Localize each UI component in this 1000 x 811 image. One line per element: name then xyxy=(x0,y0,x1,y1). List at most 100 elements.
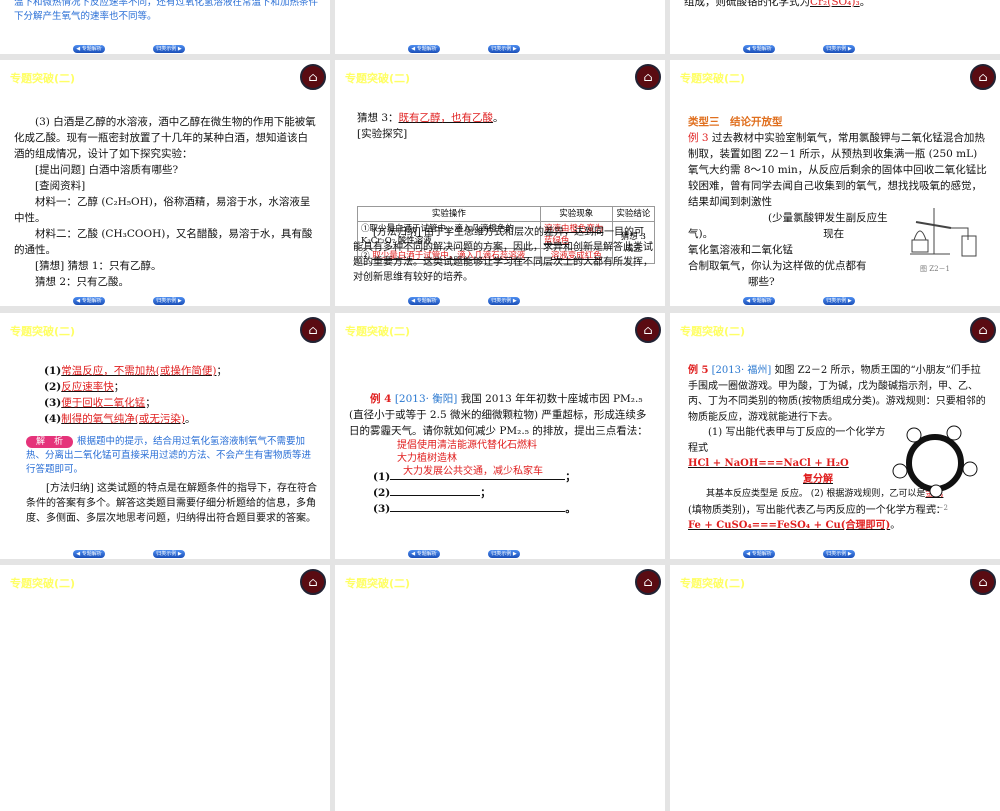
punct: ； xyxy=(565,471,576,483)
slide-r0c0[interactable]: 温下和微热情况下反应速率不同，还有过氧化氢溶液在常温下和加热条件 下分解产生氧气… xyxy=(0,0,330,54)
answer: 便于回收二氧化锰 xyxy=(61,397,146,409)
slide-title: 专题突破(二) xyxy=(680,577,746,590)
next-button[interactable]: 归类示例 ▶ xyxy=(153,550,185,558)
slide-r3c2[interactable]: 专题突破(二) ⌂ xyxy=(670,565,1000,811)
next-button[interactable]: 归类示例 ▶ xyxy=(823,45,855,53)
punct: 。 xyxy=(565,503,576,515)
num: (1) xyxy=(373,471,391,483)
slide-text: 组成，则硫酸铬的化学式为Cr₂(SO₄)₃。 xyxy=(684,0,988,10)
method-text: [方法归纳] 由于学生思维方式和层次的差异，达到同一目的可能具有多种不同的解决问… xyxy=(353,225,653,285)
source: [2013· 衡阳] xyxy=(394,393,458,405)
next-button[interactable]: 归类示例 ▶ xyxy=(823,550,855,558)
paragraph: [提出问题] 白酒中溶质有哪些? xyxy=(35,164,179,176)
prev-button[interactable]: ◀ 专题解析 xyxy=(73,550,105,558)
next-button[interactable]: 归类示例 ▶ xyxy=(153,297,185,305)
note-line: 温下和微热情况下反应速率不同，还有过氧化氢溶液在常温下和加热条件 xyxy=(14,0,319,8)
slide-r1c1[interactable]: 专题突破(二) ⌂ 猜想 3：既有乙醇，也有乙酸。 [实验探究] 实验操作 实验现… xyxy=(335,60,665,306)
slide-r1c0[interactable]: 专题突破(二) ⌂ (3) 白酒是乙醇的水溶液，酒中乙醇在微生物的作用下能被氧化… xyxy=(0,60,330,306)
header: 实验操作 xyxy=(357,206,541,222)
slide-text: 温下和微热情况下反应速率不同，还有过氧化氢溶液在常温下和加热条件 下分解产生氧气… xyxy=(14,0,318,24)
slide-title: 专题突破(二) xyxy=(345,577,411,590)
next-button[interactable]: 归类示例 ▶ xyxy=(823,297,855,305)
home-icon[interactable]: ⌂ xyxy=(635,569,661,595)
punct: 。 xyxy=(890,520,901,531)
answer: 制得的氧气纯净(或无污染) xyxy=(61,413,185,425)
slide-text: (3) 白酒是乙醇的水溶液，酒中乙醇在微生物的作用下能被氧化成乙酸。现有一瓶密封… xyxy=(14,114,318,290)
next-button[interactable]: 归类示例 ▶ xyxy=(488,550,520,558)
slide-r2c0[interactable]: 专题突破(二) ⌂ (1)常温反应，不需加热(或操作简便)； (2)反应速率快；… xyxy=(0,313,330,559)
answer: 提倡使用清洁能源代替化石燃料 xyxy=(397,440,537,451)
num: (4) xyxy=(44,413,62,425)
paragraph: 哪些? xyxy=(748,276,775,288)
slide-r0c1[interactable]: ◀ 专题解析 归类示例 ▶ xyxy=(335,0,665,54)
home-icon[interactable]: ⌂ xyxy=(970,64,996,90)
punct: 。 xyxy=(184,413,196,425)
section-heading: 类型三 结论开放型 xyxy=(688,116,783,128)
num: (3) xyxy=(44,397,62,409)
paragraph: 过去教材中实验室制氧气，常用氯酸钾与二氧化锰混合加热制取，装置如图 Z2－1 所… xyxy=(688,132,987,208)
slide-title: 专题突破(二) xyxy=(10,325,76,338)
answer: 复分解 xyxy=(803,473,833,485)
question: (1) 写出能代表甲与丁反应的一个化学方程式 xyxy=(688,427,886,454)
note-line: 下分解产生氧气的速率也不同等。 xyxy=(14,11,157,22)
header: 实验现象 xyxy=(539,206,613,222)
slide-r3c1[interactable]: 专题突破(二) ⌂ xyxy=(335,565,665,811)
slide-r2c2[interactable]: 专题突破(二) ⌂ 例 5 [2013· 福州] 如图 Z2－2 所示，物质王国… xyxy=(670,313,1000,559)
next-button[interactable]: 归类示例 ▶ xyxy=(153,45,185,53)
slide-r3c0[interactable]: 专题突破(二) ⌂ xyxy=(0,565,330,811)
prev-button[interactable]: ◀ 专题解析 xyxy=(408,45,440,53)
header: 实验结论 xyxy=(611,206,656,222)
home-icon[interactable]: ⌂ xyxy=(300,64,326,90)
analysis: 解 析根据题中的提示，结合用过氧化氢溶液制氧气不需要加热、分离出二氧化锰可直接采… xyxy=(26,435,318,477)
paragraph: [方法归纳] 这类试题的特点是在解题条件的指导下，存在符合条件的答案有多个。解答… xyxy=(26,483,317,524)
analysis-badge: 解 析 xyxy=(26,436,74,448)
label: 猜想 3： xyxy=(357,112,399,124)
slide-text: 猜想 3：既有乙醇，也有乙酸。 [实验探究] xyxy=(357,110,653,142)
slide-r0c2[interactable]: 组成，则硫酸铬的化学式为Cr₂(SO₄)₃。 ◀ 专题解析 归类示例 ▶ xyxy=(670,0,1000,54)
home-icon[interactable]: ⌂ xyxy=(300,569,326,595)
slide-title: 专题突破(二) xyxy=(345,325,411,338)
method-text: [方法归纳] 这类试题的特点是在解题条件的指导下，存在符合条件的答案有多个。解答… xyxy=(26,481,318,526)
home-icon[interactable]: ⌂ xyxy=(970,317,996,343)
num: (2) xyxy=(373,487,391,499)
next-button[interactable]: 归类示例 ▶ xyxy=(488,297,520,305)
next-button[interactable]: 归类示例 ▶ xyxy=(488,45,520,53)
prev-button[interactable]: ◀ 专题解析 xyxy=(743,550,775,558)
slide-title: 专题突破(二) xyxy=(10,72,76,85)
paragraph: (3) 白酒是乙醇的水溶液，酒中乙醇在微生物的作用下能被氧化成乙酸。现有一瓶密封… xyxy=(14,116,316,160)
paragraph: [猜想] 猜想 1：只有乙醇。 xyxy=(35,260,162,272)
heading: [实验探究] xyxy=(357,128,408,140)
prev-button[interactable]: ◀ 专题解析 xyxy=(743,297,775,305)
example-label: 例 4 xyxy=(370,393,392,405)
punct: 。 xyxy=(859,0,871,8)
slide-title: 专题突破(二) xyxy=(680,325,746,338)
num: (3) xyxy=(373,503,391,515)
home-icon[interactable]: ⌂ xyxy=(635,317,661,343)
answer: Cr₂(SO₄)₃ xyxy=(810,0,860,8)
home-icon[interactable]: ⌂ xyxy=(300,317,326,343)
paragraph: 材料一：乙醇 (C₂H₅OH)，俗称酒精，易溶于水，水溶液呈中性。 xyxy=(14,196,311,224)
question: 其基本反应类型是 xyxy=(706,489,779,499)
answer: 常温反应，不需加热(或操作简便) xyxy=(61,365,217,377)
slide-text: 例 4 [2013· 衡阳] 我国 2013 年年初数十座城市因 PM₂.₅ (… xyxy=(349,391,653,439)
apparatus-figure xyxy=(910,208,977,257)
slide-r1c2[interactable]: 专题突破(二) ⌂ 类型三 结论开放型 例 3 过去教材中实验室制氧气，常用氯酸… xyxy=(670,60,1000,306)
answer: 反应速率快 xyxy=(61,381,114,393)
home-icon[interactable]: ⌂ xyxy=(970,569,996,595)
num: (1) xyxy=(44,365,62,377)
prev-button[interactable]: ◀ 专题解析 xyxy=(743,45,775,53)
blanks: (1) ； (2) ； (3) 。 xyxy=(373,469,653,517)
figure-caption: 图 Z2－1 xyxy=(920,265,950,273)
paragraph: 气)。 xyxy=(688,228,714,240)
slide-title: 专题突破(二) xyxy=(680,72,746,85)
num: (2) xyxy=(44,381,62,393)
example-label: 例 5 xyxy=(688,365,709,376)
slide-r2c1[interactable]: 专题突破(二) ⌂ 例 4 [2013· 衡阳] 我国 2013 年年初数十座城… xyxy=(335,313,665,559)
prev-button[interactable]: ◀ 专题解析 xyxy=(408,550,440,558)
prev-button[interactable]: ◀ 专题解析 xyxy=(73,297,105,305)
home-icon[interactable]: ⌂ xyxy=(635,64,661,90)
circle-game-figure xyxy=(892,425,978,497)
prev-button[interactable]: ◀ 专题解析 xyxy=(73,45,105,53)
paragraph: [方法归纳] 由于学生思维方式和层次的差异，达到同一目的可能具有多种不同的解决问… xyxy=(353,227,653,283)
prev-button[interactable]: ◀ 专题解析 xyxy=(408,297,440,305)
